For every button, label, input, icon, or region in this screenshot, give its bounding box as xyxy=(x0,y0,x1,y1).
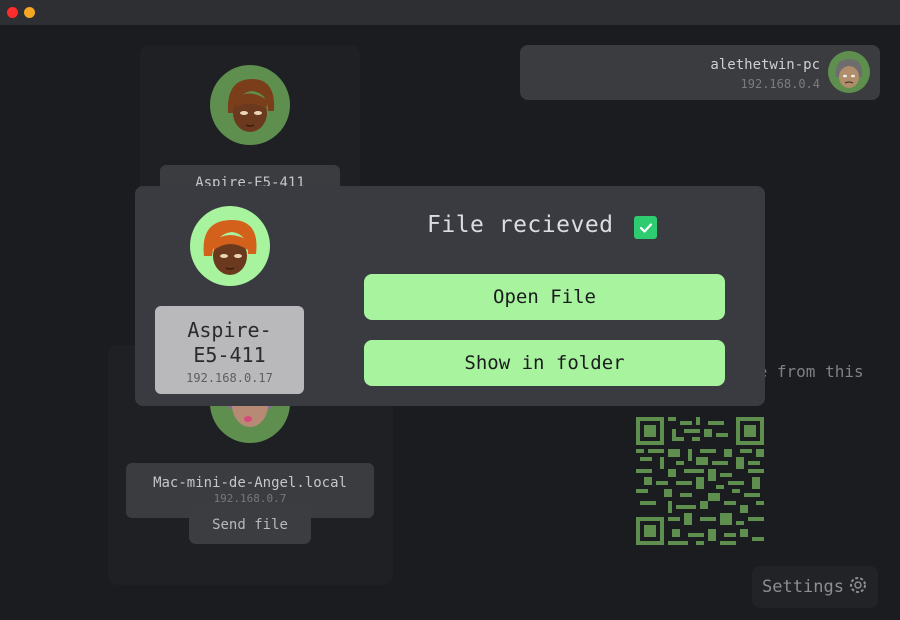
title-bar xyxy=(0,0,900,25)
received-checkbox xyxy=(634,216,657,239)
app-window: Aspire-E5-411 Mac-mini-de-Angel.local 19… xyxy=(0,0,900,620)
qr-code xyxy=(636,417,764,545)
sender-device-ip: 192.168.0.17 xyxy=(186,371,273,385)
sender-device-name: Aspire- E5-411 xyxy=(187,318,272,367)
device-ip: 192.168.0.7 xyxy=(213,492,287,505)
sender-avatar xyxy=(190,206,270,286)
gear-icon xyxy=(848,575,868,600)
close-window-button[interactable] xyxy=(7,7,18,18)
settings-button[interactable]: Settings xyxy=(752,566,878,608)
sender-device-card: Aspire- E5-411 192.168.0.17 xyxy=(155,306,304,394)
instruction-text: le from this xyxy=(748,362,864,381)
show-in-folder-button[interactable]: Show in folder xyxy=(364,340,725,386)
send-file-button[interactable]: Send file xyxy=(189,505,311,544)
open-file-button[interactable]: Open File xyxy=(364,274,725,320)
checkmark-icon xyxy=(639,222,652,233)
settings-label: Settings xyxy=(762,577,844,597)
dialog-title: File recieved xyxy=(427,212,614,238)
file-received-dialog: Aspire- E5-411 192.168.0.17 File recieve… xyxy=(135,186,765,406)
self-device-card: alethetwin-pc 192.168.0.4 xyxy=(520,45,880,100)
minimize-window-button[interactable] xyxy=(24,7,35,18)
device-name: Mac-mini-de-Angel.local xyxy=(153,475,347,491)
self-device-ip: 192.168.0.4 xyxy=(740,77,820,91)
self-avatar xyxy=(828,51,870,93)
self-device-name: alethetwin-pc xyxy=(710,57,820,73)
device-avatar xyxy=(210,65,290,145)
